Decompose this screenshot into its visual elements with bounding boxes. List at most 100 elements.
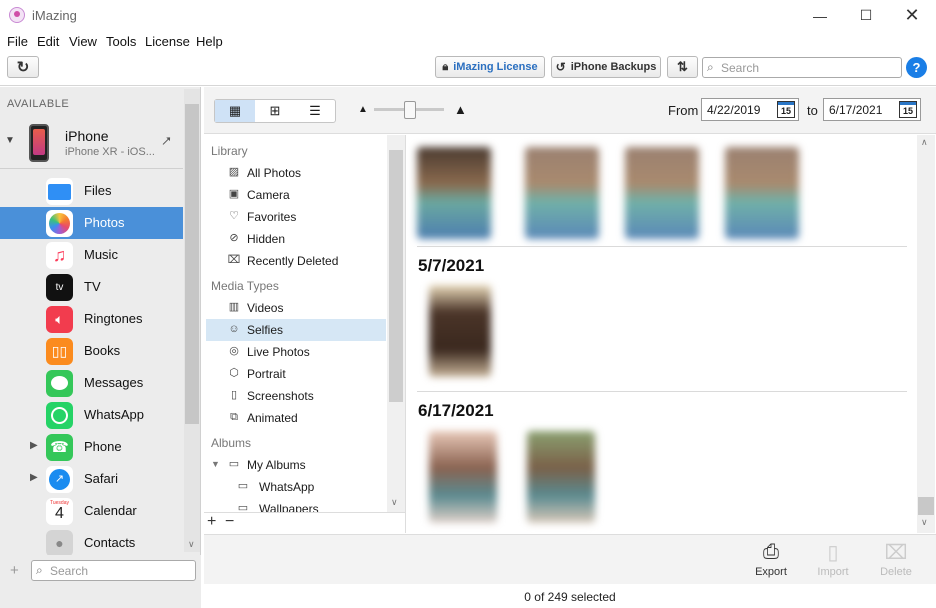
library-item-favorites[interactable]: ♡ Favorites (206, 206, 386, 228)
remove-album-icon[interactable]: − (225, 513, 234, 531)
scroll-down-icon[interactable]: ∨ (391, 497, 398, 508)
add-album-icon[interactable]: + (207, 513, 216, 531)
from-date-field[interactable]: 4/22/2019 15 (701, 98, 799, 121)
library-item-label: All Photos (247, 166, 302, 180)
library-scroll-thumb[interactable] (389, 150, 403, 402)
sidebar-item-label: Messages (84, 375, 144, 390)
list-view-icon[interactable]: ☰ (295, 100, 335, 122)
sidebar-item-safari[interactable]: ▶ ↗ Safari (0, 463, 183, 495)
sidebar-item-tv[interactable]: tv TV (0, 271, 183, 303)
from-date-value: 4/22/2019 (707, 103, 761, 117)
scroll-up-icon[interactable]: ∧ (921, 137, 928, 148)
sidebar-scroll-thumb[interactable] (185, 104, 199, 424)
help-button[interactable]: ? (906, 57, 927, 78)
library-item-label: Animated (247, 411, 298, 425)
calendar-picker-icon[interactable]: 15 (777, 101, 795, 118)
sidebar-item-label: Ringtones (84, 311, 143, 326)
photo-thumbnail[interactable] (525, 147, 599, 239)
imazing-license-button[interactable]: 🔒︎ iMazing License (435, 56, 545, 78)
add-icon[interactable]: + (10, 562, 19, 579)
sidebar-item-label: Photos (84, 215, 125, 230)
import-button[interactable]: ▯ Import (808, 538, 858, 579)
delete-label: Delete (880, 566, 912, 578)
sidebar-item-label: Calendar (84, 503, 137, 518)
photo-thumbnail[interactable] (417, 147, 491, 239)
to-date-field[interactable]: 6/17/2021 15 (823, 98, 921, 121)
message-bubble-icon (46, 370, 73, 397)
scroll-down-icon[interactable]: ∨ (921, 517, 928, 528)
photo-frame-icon: ▨ (228, 166, 240, 178)
library-item-selfies[interactable]: ☺ Selfies (206, 319, 386, 341)
expand-arrow-icon[interactable]: ▶ (30, 440, 38, 451)
small-grid-view-icon[interactable]: ⊞ (255, 100, 295, 122)
export-button[interactable]: ⎙ Export (746, 538, 796, 579)
menu-license[interactable]: License (145, 34, 190, 49)
photo-thumbnail[interactable] (625, 147, 699, 239)
sidebar-search-input[interactable]: ⌕ Search (31, 560, 196, 581)
speaker-icon: 🔈︎ (46, 306, 73, 333)
sidebar-item-books[interactable]: ▯▯ Books (0, 335, 183, 367)
collapse-arrow-icon[interactable]: ▼ (5, 135, 15, 146)
library-item-screenshots[interactable]: ▯ Screenshots (206, 385, 386, 407)
sidebar-item-label: TV (84, 279, 101, 294)
library-item-portrait[interactable]: ⬡ Portrait (206, 363, 386, 385)
close-button[interactable]: ✕ (889, 0, 935, 31)
sidebar-item-whatsapp[interactable]: WhatsApp (0, 399, 183, 431)
library-item-videos[interactable]: ▥ Videos (206, 297, 386, 319)
library-item-label: Wallpapers (259, 502, 319, 512)
sidebar-item-messages[interactable]: Messages (0, 367, 183, 399)
sidebar-item-ringtones[interactable]: 🔈︎ Ringtones (0, 303, 183, 335)
calendar-picker-icon[interactable]: 15 (899, 101, 917, 118)
eye-slash-icon: ⊘ (229, 232, 239, 244)
usb-icon: ⭧ (162, 133, 172, 149)
expand-arrow-icon[interactable]: ▶ (30, 472, 38, 483)
photo-thumbnail[interactable] (429, 431, 497, 523)
library-item-recently-deleted[interactable]: ⌧ Recently Deleted (206, 250, 386, 272)
sidebar-item-phone[interactable]: ▶ ☎ Phone (0, 431, 183, 463)
lock-icon: 🔒︎ (442, 60, 449, 73)
sidebar-section-title: AVAILABLE (7, 98, 70, 110)
group-divider (417, 246, 907, 247)
library-item-label: Videos (247, 301, 284, 315)
library-item-animated[interactable]: ⧉ Animated (206, 407, 386, 429)
search-input[interactable]: ⌕ Search (702, 57, 902, 78)
library-item-my-albums[interactable]: ▼ ▭ My Albums (206, 454, 386, 476)
trash-icon: ⌧ (884, 541, 908, 564)
photo-grid-scroll-thumb[interactable] (918, 497, 934, 515)
menu-view[interactable]: View (69, 34, 97, 49)
large-grid-view-icon[interactable]: ▦ (215, 100, 255, 122)
delete-button[interactable]: ⌧ Delete (871, 538, 921, 579)
sidebar-item-files[interactable]: Files (0, 175, 183, 207)
minimize-button[interactable]: — (797, 0, 843, 31)
photo-thumbnail[interactable] (527, 431, 595, 523)
library-item-live-photos[interactable]: ◎ Live Photos (206, 341, 386, 363)
sidebar-item-calendar[interactable]: Tuesday 4 Calendar (0, 495, 183, 527)
library-item-hidden[interactable]: ⊘ Hidden (206, 228, 386, 250)
library-item-whatsapp-album[interactable]: ▭ WhatsApp (224, 476, 386, 498)
library-item-all-photos[interactable]: ▨ All Photos (206, 162, 386, 184)
menu-edit[interactable]: Edit (37, 34, 59, 49)
collapse-arrow-icon[interactable]: ▼ (211, 459, 220, 469)
photo-thumbnail[interactable] (429, 285, 491, 377)
iphone-backups-button[interactable]: ↺ iPhone Backups (551, 56, 661, 78)
sidebar-item-contacts[interactable]: ● Contacts (0, 527, 183, 555)
scroll-down-icon[interactable]: ∨ (188, 539, 195, 550)
menu-file[interactable]: File (7, 34, 28, 49)
photo-grid-scrollbar[interactable] (917, 135, 935, 533)
library-item-camera[interactable]: ▣ Camera (206, 184, 386, 206)
photo-thumbnail[interactable] (725, 147, 799, 239)
search-icon: ⌕ (36, 563, 43, 577)
library-item-wallpapers-album[interactable]: ▭ Wallpapers (224, 498, 386, 512)
menu-help[interactable]: Help (196, 34, 223, 49)
menu-tools[interactable]: Tools (106, 34, 136, 49)
device-entry[interactable]: ▼ iPhone iPhone XR - iOS... ⭧ (0, 115, 183, 169)
slider-thumb[interactable] (404, 101, 416, 119)
maximize-button[interactable]: ☐ (843, 0, 889, 31)
refresh-button[interactable]: ↻ (7, 56, 39, 78)
transfer-button[interactable]: ⇅ (667, 56, 698, 78)
sidebar-item-photos[interactable]: Photos (0, 207, 183, 239)
sidebar-item-label: WhatsApp (84, 407, 144, 422)
app-logo-icon (9, 7, 25, 23)
sidebar-item-music[interactable]: ♫ Music (0, 239, 183, 271)
group-divider (417, 391, 907, 392)
